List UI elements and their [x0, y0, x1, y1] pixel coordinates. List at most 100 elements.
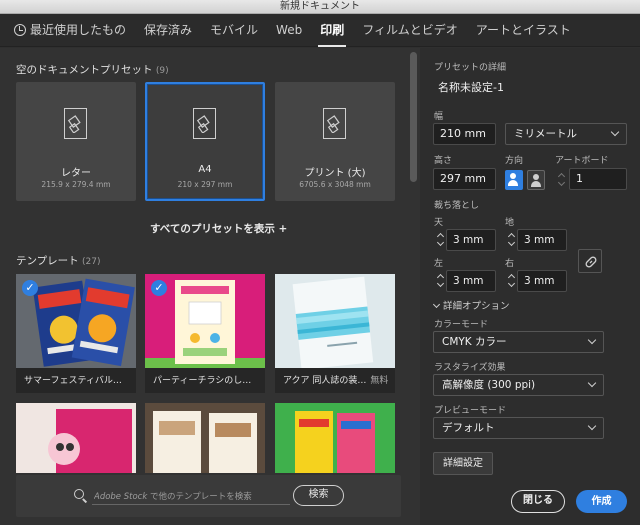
chain-link-icon [585, 256, 597, 268]
template-card-aqua-doujinshi[interactable]: アクア 同人誌の装… 無料 [275, 274, 395, 393]
adobe-stock-label: Adobe Stock [94, 492, 148, 502]
bleed-left-value: 3 mm [453, 275, 484, 287]
heading-text: 空のドキュメントプリセット [16, 64, 153, 76]
template-title: パーティーチラシのし… [153, 376, 252, 386]
bleed-right-input[interactable]: 3 mm [517, 270, 567, 292]
bleed-left-label: 左 [434, 259, 444, 269]
bleed-bottom-input[interactable]: 3 mm [517, 229, 567, 251]
width-input[interactable]: 210 mm [433, 123, 496, 145]
template-name: アクア 同人誌の装… 無料 [283, 373, 391, 386]
selected-check-icon: ✓ [22, 280, 38, 296]
bleed-left-stepper[interactable] [436, 271, 446, 291]
raster-effects-dropdown[interactable]: 高解像度 (300 ppi) [433, 374, 604, 396]
template-card-row2-1[interactable] [16, 403, 136, 473]
preset-name: プリント (大) [304, 168, 366, 179]
landscape-icon [531, 174, 541, 187]
bleed-right-label: 右 [505, 259, 515, 269]
tab-mobile[interactable]: モバイル [210, 14, 258, 47]
blank-presets-heading: 空のドキュメントプリセット (9) [16, 62, 169, 77]
create-button[interactable]: 作成 [576, 490, 627, 513]
presets-scrollbar[interactable] [410, 52, 417, 522]
bleed-top-input[interactable]: 3 mm [446, 229, 496, 251]
height-label: 高さ [434, 156, 453, 166]
tab-saved[interactable]: 保存済み [144, 14, 192, 47]
tab-label: 最近使用したもの [30, 22, 127, 37]
close-button[interactable]: 閉じる [511, 490, 565, 513]
clock-icon [14, 23, 26, 36]
artboard-stepper[interactable] [557, 170, 567, 190]
bleed-right-stepper[interactable] [507, 271, 517, 291]
heading-count: (27) [82, 257, 101, 267]
preset-size: 210 x 297 mm [177, 180, 233, 189]
preview-mode-value: デフォルト [442, 422, 495, 434]
tab-film-video[interactable]: フィルムとビデオ [362, 14, 458, 47]
preset-details-heading: プリセットの詳細 [434, 63, 507, 73]
preset-print-large[interactable]: プリント (大) 6705.6 x 3048 mm [275, 82, 395, 201]
preview-mode-dropdown[interactable]: デフォルト [433, 417, 604, 439]
bleed-bottom-stepper[interactable] [507, 230, 517, 250]
bleed-bottom-label: 地 [505, 218, 515, 228]
tab-recent[interactable]: 最近使用したもの [14, 14, 126, 47]
color-mode-label: カラーモード [434, 320, 489, 330]
link-bleed-button[interactable] [578, 249, 602, 273]
search-icon [74, 489, 84, 499]
chevron-down-icon [432, 300, 441, 309]
chevron-down-icon [587, 421, 597, 431]
template-card-summer-festival[interactable]: ✓ サマーフェスティバル… [16, 274, 136, 393]
height-input[interactable]: 297 mm [433, 168, 496, 190]
landscape-orientation-button[interactable] [527, 170, 545, 190]
bleed-left-input[interactable]: 3 mm [446, 270, 496, 292]
preset-a4[interactable]: A4 210 x 297 mm [145, 82, 265, 201]
chevron-down-icon [587, 335, 597, 345]
template-card-row2-2[interactable] [145, 403, 265, 473]
color-mode-dropdown[interactable]: CMYK カラー [433, 331, 604, 353]
artboard-input[interactable]: 1 [569, 168, 627, 190]
bleed-top-label: 天 [434, 218, 444, 228]
tab-print[interactable]: 印刷 [318, 14, 347, 47]
template-search-bar: Adobe Stock で他のテンプレートを検索 検索 [16, 475, 401, 517]
raster-effects-value: 高解像度 (300 ppi) [442, 379, 536, 391]
portrait-icon [508, 173, 518, 186]
unit-value: ミリメートル [514, 128, 577, 140]
tab-web[interactable]: Web [276, 14, 302, 47]
more-settings-button[interactable]: 詳細設定 [433, 452, 493, 475]
preset-letter[interactable]: レター 215.9 x 279.4 mm [16, 82, 136, 201]
window-titlebar: 新規ドキュメント [0, 0, 640, 14]
advanced-options-toggle[interactable]: 詳細オプション [432, 298, 510, 312]
document-icon [323, 108, 346, 139]
orientation-label: 方向 [505, 156, 524, 166]
category-tabbar: 最近使用したもの 保存済み モバイル Web 印刷 フィルムとビデオ アートとイ… [0, 14, 640, 47]
template-card-row2-3[interactable] [275, 403, 395, 473]
template-name: パーティーチラシのし… [153, 373, 261, 386]
color-mode-value: CMYK カラー [442, 336, 507, 348]
artboard-label: アートボード [555, 156, 609, 166]
document-icon [64, 108, 87, 139]
preset-size: 6705.6 x 3048 mm [299, 180, 371, 189]
chevron-down-icon [610, 127, 620, 137]
templates-heading: テンプレート (27) [16, 253, 101, 268]
tab-art-illustration[interactable]: アートとイラスト [476, 14, 571, 47]
show-all-presets-link[interactable]: すべてのプリセットを表示 + [150, 221, 287, 236]
bleed-top-value: 3 mm [453, 234, 484, 246]
selected-check-icon: ✓ [151, 280, 167, 296]
template-search-input[interactable]: Adobe Stock で他のテンプレートを検索 [94, 490, 290, 502]
window-title: 新規ドキュメント [280, 1, 360, 12]
preset-name: レター [61, 168, 91, 179]
document-name-field[interactable]: 名称未設定-1 [434, 78, 614, 98]
search-button[interactable]: 検索 [293, 485, 344, 506]
template-card-party-flyer[interactable]: ✓ パーティーチラシのし… [145, 274, 265, 393]
scrollbar-thumb[interactable] [410, 52, 417, 182]
bleed-top-stepper[interactable] [436, 230, 446, 250]
free-badge: 無料 [370, 376, 389, 386]
heading-count: (9) [155, 66, 169, 76]
width-label: 幅 [434, 112, 444, 122]
template-title: サマーフェスティバル… [24, 376, 122, 386]
bleed-bottom-value: 3 mm [524, 234, 555, 246]
search-placeholder: で他のテンプレートを検索 [147, 492, 252, 502]
template-title: アクア 同人誌の装… [283, 376, 367, 386]
preset-size: 215.9 x 279.4 mm [41, 180, 111, 189]
portrait-orientation-button[interactable] [505, 170, 523, 190]
unit-dropdown[interactable]: ミリメートル [505, 123, 627, 145]
document-icon [193, 108, 216, 139]
raster-effects-label: ラスタライズ効果 [434, 363, 506, 373]
